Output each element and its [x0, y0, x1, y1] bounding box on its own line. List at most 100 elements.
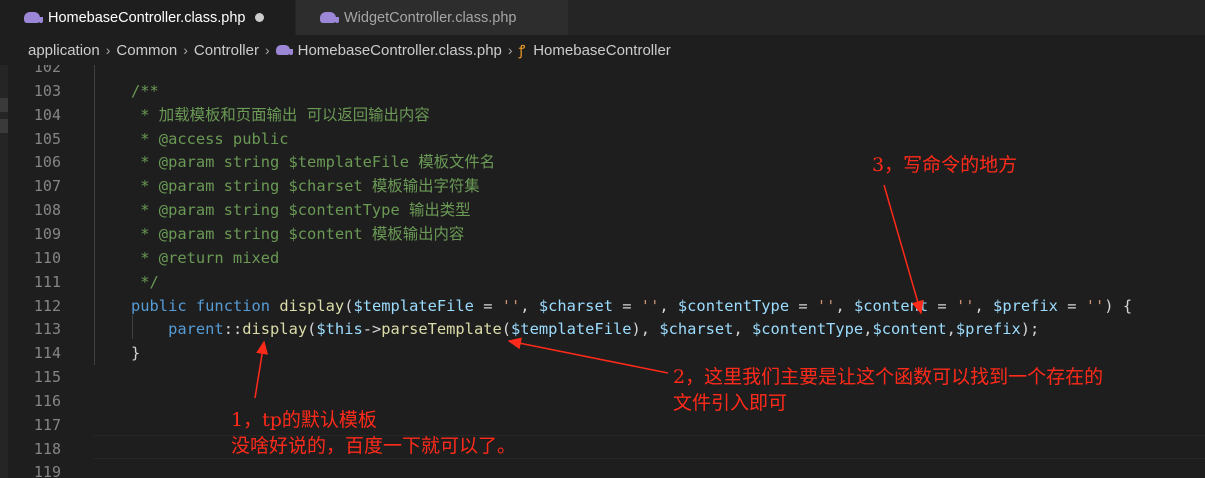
code-line[interactable]: parent::display($this->parseTemplate($te…	[131, 317, 1039, 341]
line-number: 108	[33, 201, 61, 220]
code-token: ,	[733, 320, 752, 339]
code-editor[interactable]: 102 103 104 105 106 107 108 109 110 111 112 113 114 1…	[8, 65, 1205, 478]
code-token: ->	[362, 320, 382, 339]
code-token: display	[279, 296, 345, 315]
code-token: parent	[168, 320, 224, 339]
code-token: ''	[816, 296, 836, 315]
code-token: =	[612, 296, 641, 315]
php-elephant-icon	[275, 45, 293, 55]
annotation-2-line1: 2，这里我们主要是让这个函数可以找到一个存在的	[673, 366, 1104, 388]
code-line[interactable]: /**	[131, 79, 159, 103]
code-token: =	[473, 296, 502, 315]
line-number: 115	[33, 368, 61, 387]
code-token: ''	[955, 296, 975, 315]
line-number: 111	[33, 272, 61, 291]
line-number: 118	[33, 439, 61, 458]
annotation-1: 1，tp的默认模板 没啥好说的，百度一下就可以了。	[231, 407, 516, 459]
code-token: * 加载模板和页面输出 可以返回输出内容	[131, 105, 430, 124]
line-number: 119	[33, 463, 61, 478]
php-elephant-icon	[24, 12, 43, 23]
breadcrumb-item-file[interactable]: HomebaseController.class.php	[298, 42, 502, 59]
code-line[interactable]: * @param string $content 模板输出内容	[131, 222, 464, 246]
breadcrumb-item-application[interactable]: application	[28, 42, 100, 59]
line-number: 112	[33, 296, 61, 315]
indent-guide	[94, 65, 95, 365]
code-token: (	[501, 320, 512, 339]
code-token: ''	[501, 296, 521, 315]
code-token: $this	[316, 320, 363, 339]
breadcrumb-item-controller[interactable]: Controller	[194, 42, 259, 59]
code-token: public	[131, 296, 187, 315]
code-line[interactable]: * @access public	[131, 127, 288, 151]
code-line[interactable]: */	[131, 270, 159, 294]
activity-strip	[0, 65, 8, 478]
line-number: 117	[33, 415, 61, 434]
php-elephant-icon	[320, 12, 339, 23]
code-token: $templateFile	[353, 296, 474, 315]
tab-label: WidgetController.class.php	[344, 9, 517, 26]
chevron-right-icon: ›	[507, 42, 513, 58]
code-token: $charset	[659, 320, 734, 339]
panel-marker	[0, 119, 8, 133]
tab-label: HomebaseController.class.php	[48, 9, 246, 26]
line-number: 110	[33, 248, 61, 267]
code-line[interactable]: }	[131, 341, 140, 365]
code-token: * @param string $content 模板输出内容	[131, 224, 465, 243]
code-token: * @param string $contentType 输出类型	[131, 201, 471, 220]
line-number-gutter: 102 103 104 105 106 107 108 109 110 111 112 113 114 1…	[8, 65, 93, 478]
code-line[interactable]: * @return mixed	[131, 246, 279, 270]
line-number: 114	[33, 344, 61, 363]
code-token: (	[307, 320, 317, 339]
code-token: ,	[520, 296, 539, 315]
chevron-right-icon: ›	[105, 42, 111, 58]
line-number: 116	[33, 391, 61, 410]
code-token: */	[131, 272, 159, 291]
code-token: $content	[872, 320, 947, 339]
code-token: ,	[659, 296, 678, 315]
code-token: =	[789, 296, 817, 315]
line-number: 113	[33, 320, 61, 339]
code-token: );	[1020, 320, 1040, 339]
code-token: $prefix	[993, 296, 1058, 315]
code-token: ''	[640, 296, 660, 315]
code-token: $content	[854, 296, 929, 315]
code-token: ) {	[1104, 296, 1133, 315]
tab-widget-controller[interactable]: WidgetController.class.php	[296, 0, 568, 35]
code-token: =	[928, 296, 956, 315]
code-token: function	[195, 296, 271, 315]
unsaved-dot-icon[interactable]	[255, 13, 265, 22]
code-token: $contentType	[677, 296, 790, 315]
chevron-right-icon: ›	[264, 42, 270, 58]
code-line[interactable]: * @param string $contentType 输出类型	[131, 198, 471, 222]
code-token: $templateFile	[511, 320, 632, 339]
line-number: 107	[33, 177, 61, 196]
code-token: /**	[131, 81, 159, 100]
code-token: * @param string $charset 模板输出字符集	[131, 177, 480, 196]
line-number: 102	[33, 65, 61, 76]
line-number: 109	[33, 224, 61, 243]
code-token: }	[131, 344, 141, 363]
line-number: 105	[33, 129, 61, 148]
annotation-3: 3，写命令的地方	[872, 154, 1018, 176]
code-line[interactable]: * @param string $templateFile 模板文件名	[131, 150, 495, 174]
code-token: ,	[974, 296, 994, 315]
code-line[interactable]: * 加载模板和页面输出 可以返回输出内容	[131, 103, 430, 127]
annotation-1-line2: 没啥好说的，百度一下就可以了。	[231, 435, 517, 457]
line-number: 104	[33, 105, 61, 124]
code-line[interactable]: * @param string $charset 模板输出字符集	[131, 174, 480, 198]
code-token: ,	[835, 296, 854, 315]
tab-homebase-controller[interactable]: HomebaseController.class.php	[0, 0, 295, 35]
annotation-2-line2: 文件引入即可	[673, 392, 788, 414]
annotation-1-line1: 1，tp的默认模板	[231, 409, 377, 431]
code-token: ),	[631, 320, 660, 339]
code-line[interactable]: public function display($templateFile = …	[131, 294, 1132, 318]
code-token: ,	[946, 320, 956, 339]
code-token: $charset	[538, 296, 613, 315]
code-token: $contentType	[752, 320, 864, 339]
breadcrumb-item-common[interactable]: Common	[116, 42, 177, 59]
breadcrumb-item-class[interactable]: HomebaseController	[533, 42, 671, 59]
code-token: =	[1057, 296, 1086, 315]
